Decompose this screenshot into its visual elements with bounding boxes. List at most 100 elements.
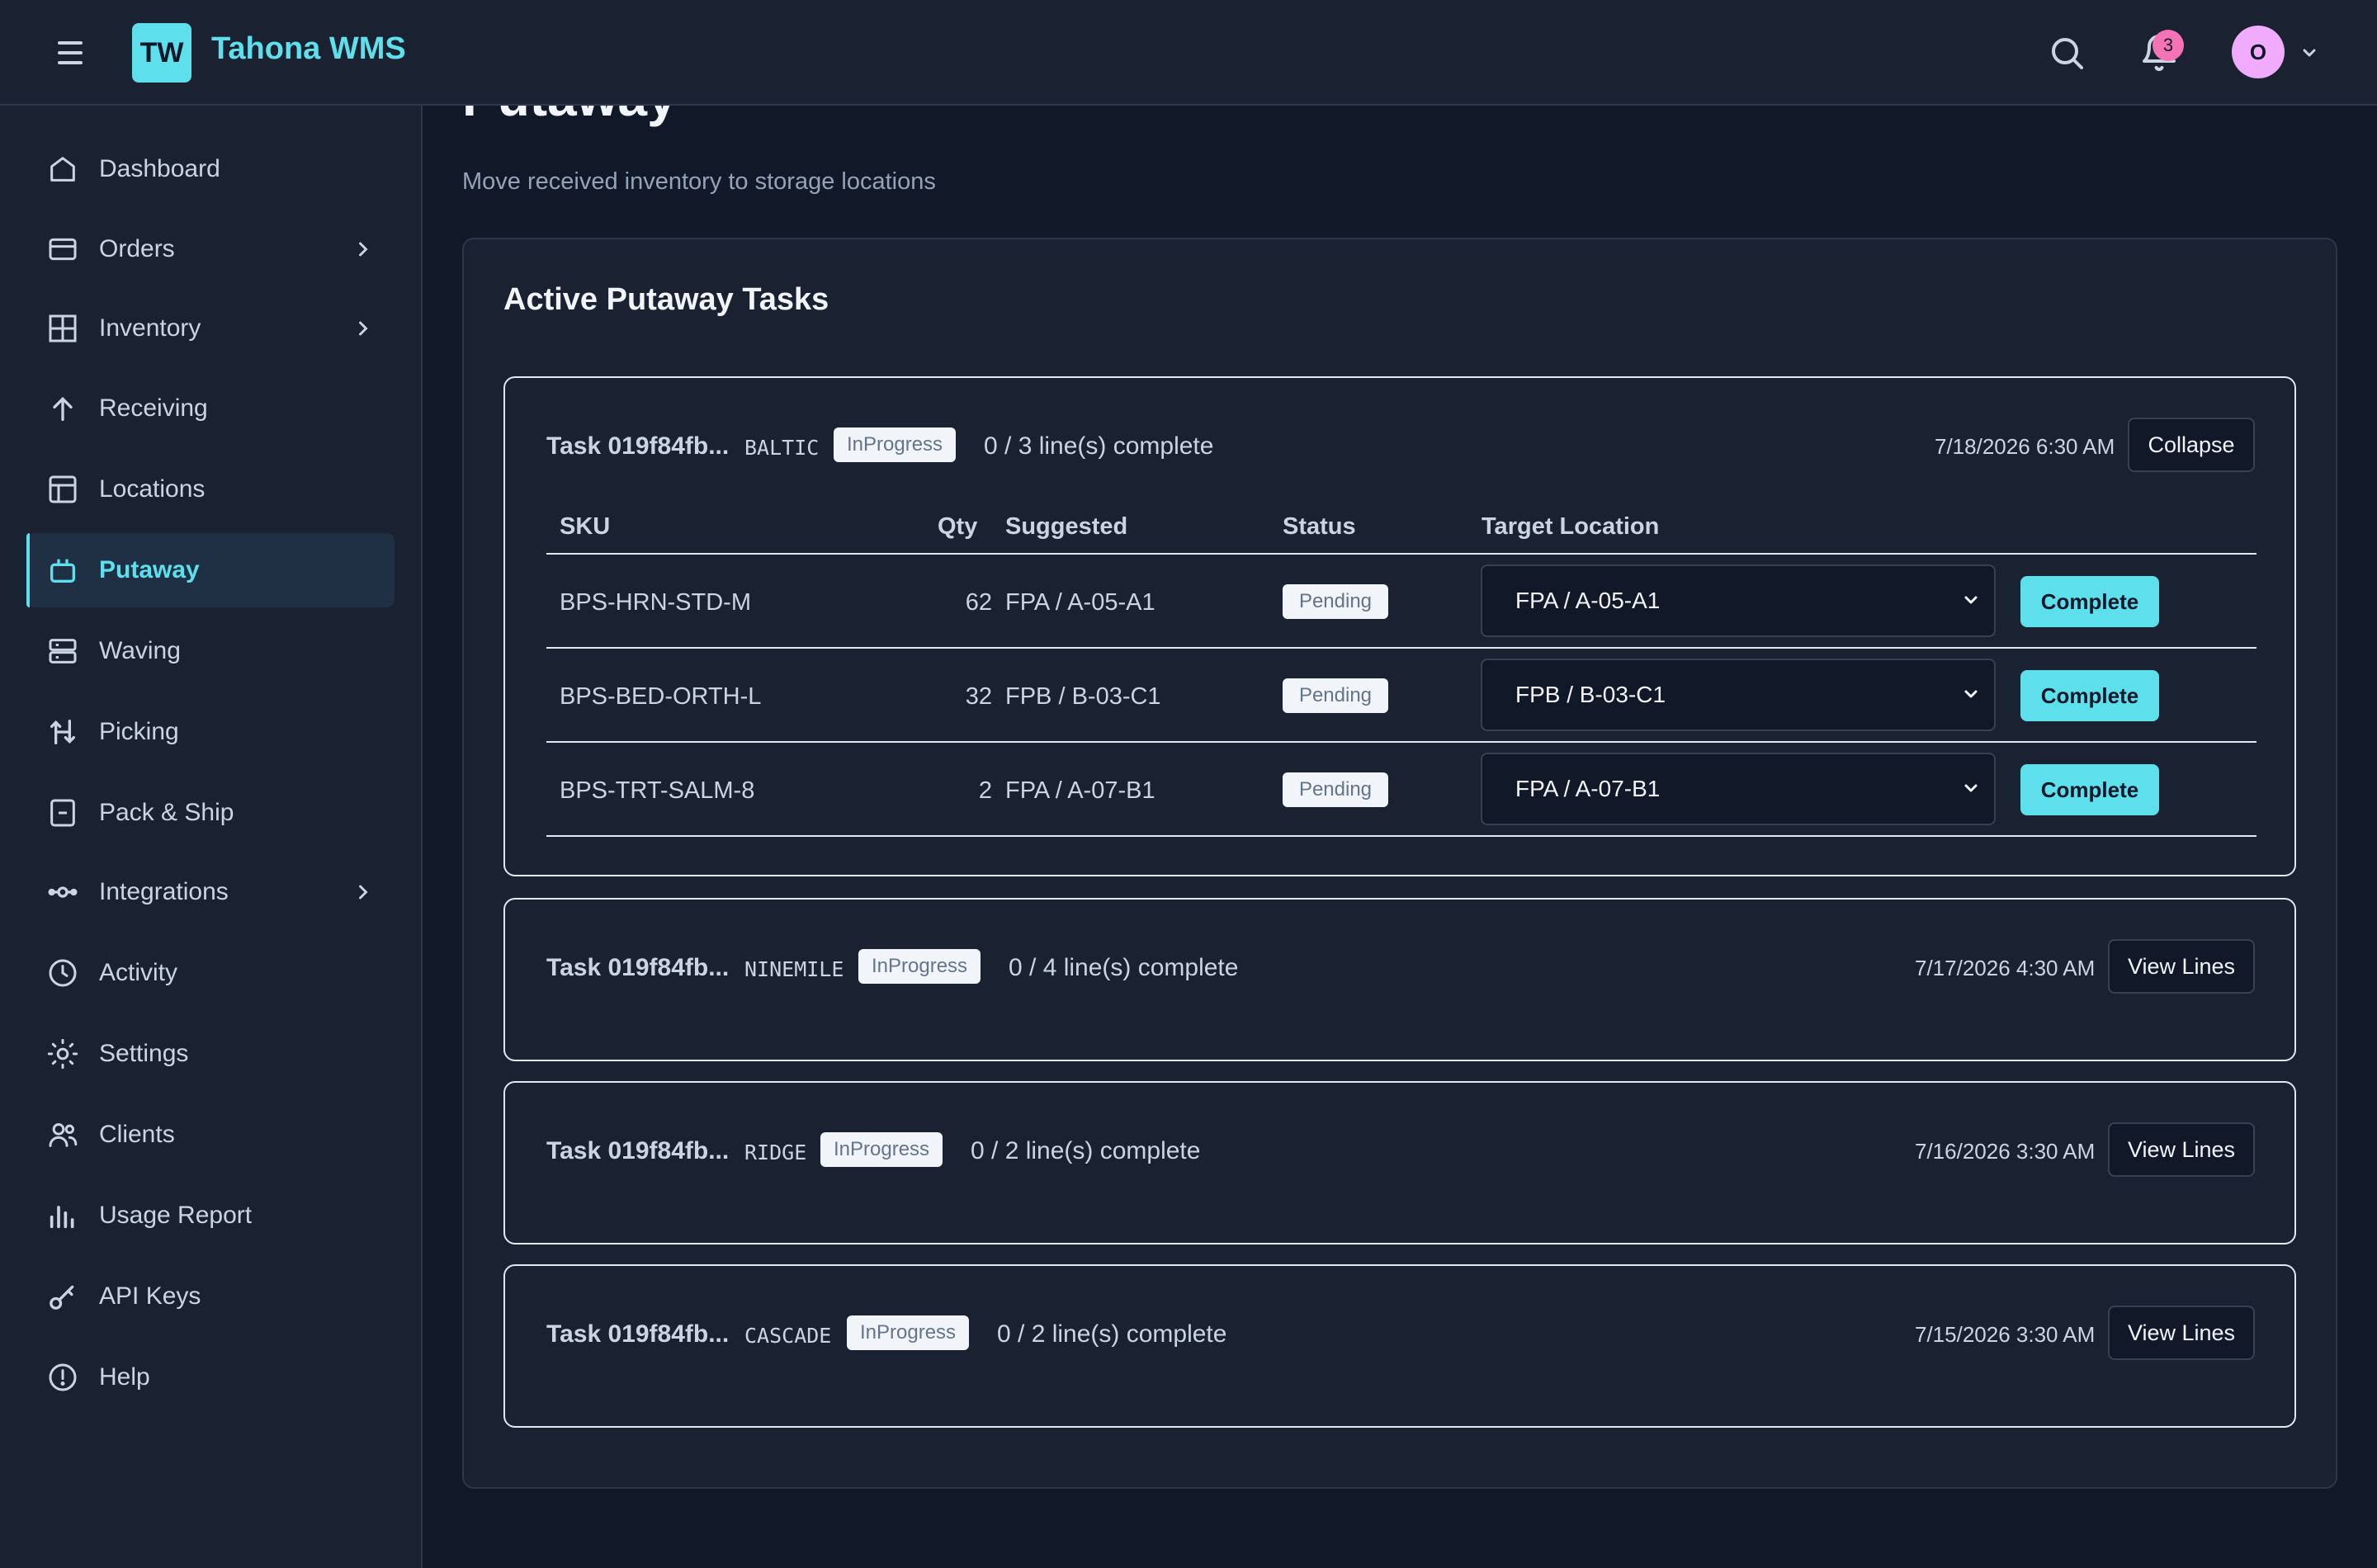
- task-progress: 0 / 2 line(s) complete: [971, 1137, 1201, 1164]
- sidebar-item-label: Activity: [99, 959, 178, 986]
- key-icon: [50, 1285, 74, 1310]
- sidebar-item-inventory[interactable]: Inventory: [26, 291, 395, 366]
- target-location-select[interactable]: FPA / A-05-A1: [1481, 564, 1996, 637]
- line-sku: BPS-TRT-SALM-8: [560, 777, 755, 804]
- avatar[interactable]: O: [2232, 26, 2285, 78]
- chevron-down-icon[interactable]: [2299, 45, 2319, 61]
- divider: [546, 835, 2256, 837]
- sidebar-item-label: Clients: [99, 1121, 175, 1148]
- view-lines-button[interactable]: View Lines: [2108, 1122, 2255, 1177]
- status-badge: InProgress: [820, 1132, 943, 1167]
- sidebar-item-api-keys[interactable]: API Keys: [26, 1259, 395, 1334]
- search-icon[interactable]: [2047, 33, 2086, 73]
- sidebar-item-activity[interactable]: Activity: [26, 936, 395, 1010]
- sidebar-item-pack-ship[interactable]: Pack & Ship: [26, 776, 395, 850]
- sidebar-item-picking[interactable]: Picking: [26, 695, 395, 769]
- status-badge: Pending: [1283, 678, 1388, 713]
- task-date: 7/15/2026 3:30 AM: [1915, 1322, 2096, 1347]
- sidebar-item-label: Help: [99, 1363, 150, 1391]
- task-client: RIDGE: [744, 1141, 807, 1164]
- arrow-up-icon: [53, 396, 73, 421]
- users-icon: [49, 1123, 78, 1147]
- task-date: 7/16/2026 3:30 AM: [1915, 1139, 2096, 1164]
- complete-button[interactable]: Complete: [2020, 670, 2159, 721]
- sidebar-item-usage-report[interactable]: Usage Report: [26, 1178, 395, 1253]
- task-card: Task 019f84fb... BALTIC InProgress 0 / 3…: [503, 376, 2296, 876]
- chevron-down-icon: [1964, 784, 1978, 792]
- sidebar-item-label: Inventory: [99, 314, 201, 342]
- plug-icon: [48, 886, 78, 898]
- task-name: Task 019f84fb...: [546, 954, 730, 981]
- view-lines-button[interactable]: View Lines: [2108, 1306, 2255, 1360]
- divider: [546, 741, 2256, 743]
- line-qty: 32: [965, 683, 992, 710]
- sidebar-item-waving[interactable]: Waving: [26, 614, 395, 688]
- task-client: BALTIC: [744, 436, 820, 460]
- view-lines-button[interactable]: View Lines: [2108, 939, 2255, 994]
- line-suggested: FPB / B-03-C1: [1005, 683, 1161, 710]
- status-badge: InProgress: [858, 949, 981, 984]
- select-value: FPA / A-07-B1: [1515, 776, 1661, 801]
- select-value: FPB / B-03-C1: [1515, 682, 1666, 707]
- column-header-target-location: Target Location: [1481, 513, 1660, 540]
- task-name: Task 019f84fb...: [546, 1137, 730, 1164]
- line-sku: BPS-BED-ORTH-L: [560, 683, 762, 710]
- task-progress: 0 / 2 line(s) complete: [997, 1320, 1227, 1348]
- complete-button[interactable]: Complete: [2020, 576, 2159, 627]
- home-icon: [50, 157, 75, 182]
- sidebar-item-putaway[interactable]: Putaway: [26, 533, 395, 607]
- page-subtitle: Move received inventory to storage locat…: [462, 168, 936, 195]
- box-icon: [50, 799, 75, 827]
- complete-button[interactable]: Complete: [2020, 764, 2159, 815]
- sidebar-item-settings[interactable]: Settings: [26, 1017, 395, 1091]
- notification-badge: 3: [2153, 30, 2184, 61]
- task-client: NINEMILE: [744, 957, 844, 981]
- sidebar-item-locations[interactable]: Locations: [26, 452, 395, 527]
- sidebar-item-label: Dashboard: [99, 155, 220, 182]
- app-title: Tahona WMS: [211, 31, 406, 66]
- task-progress: 0 / 4 line(s) complete: [1009, 954, 1239, 981]
- chevron-down-icon: [1964, 596, 1978, 604]
- divider: [546, 553, 2256, 555]
- sidebar-item-help[interactable]: Help: [26, 1340, 395, 1415]
- task-card: Task 019f84fb... RIDGE InProgress 0 / 2 …: [503, 1081, 2296, 1244]
- sidebar-item-label: Picking: [99, 718, 179, 745]
- sidebar-item-label: Receiving: [99, 394, 208, 422]
- divider: [546, 647, 2256, 649]
- task-card: Task 019f84fb... NINEMILE InProgress 0 /…: [503, 898, 2296, 1061]
- task-card: Task 019f84fb... CASCADE InProgress 0 / …: [503, 1264, 2296, 1428]
- sidebar-item-orders[interactable]: Orders: [26, 212, 395, 286]
- app-logo: TW: [132, 23, 191, 83]
- chevron-down-icon: [1964, 690, 1978, 698]
- line-suggested: FPA / A-05-A1: [1005, 589, 1155, 616]
- status-badge: InProgress: [834, 427, 957, 462]
- status-badge: Pending: [1283, 772, 1388, 807]
- task-name: Task 019f84fb...: [546, 432, 730, 460]
- task-progress: 0 / 3 line(s) complete: [984, 432, 1214, 460]
- select-value: FPA / A-05-A1: [1515, 588, 1661, 613]
- column-header-status: Status: [1283, 513, 1356, 540]
- table-icon: [49, 475, 77, 503]
- collapse-button[interactable]: Collapse: [2128, 418, 2255, 472]
- target-location-select[interactable]: FPA / A-07-B1: [1481, 753, 1996, 825]
- column-header-qty: Qty: [938, 513, 978, 540]
- card-title: Active Putaway Tasks: [503, 282, 829, 317]
- sidebar-item-clients[interactable]: Clients: [26, 1098, 395, 1172]
- task-name: Task 019f84fb...: [546, 1320, 730, 1348]
- sidebar-item-label: Settings: [99, 1040, 189, 1067]
- sidebar-item-label: Pack & Ship: [99, 799, 234, 826]
- arrows-icon: [50, 720, 76, 744]
- chevron-right-icon: [359, 885, 368, 900]
- menu-icon[interactable]: [58, 41, 84, 64]
- line-suggested: FPA / A-07-B1: [1005, 777, 1155, 804]
- sidebar-item-receiving[interactable]: Receiving: [26, 371, 395, 446]
- chevron-right-icon: [359, 242, 368, 257]
- status-badge: InProgress: [847, 1315, 970, 1350]
- sidebar-item-integrations[interactable]: Integrations: [26, 855, 395, 929]
- chevron-right-icon: [359, 321, 368, 336]
- sidebar-item-dashboard[interactable]: Dashboard: [26, 132, 395, 206]
- task-date: 7/17/2026 4:30 AM: [1915, 956, 2096, 980]
- target-location-select[interactable]: FPB / B-03-C1: [1481, 659, 1996, 731]
- line-sku: BPS-HRN-STD-M: [560, 589, 751, 616]
- column-header-sku: SKU: [560, 513, 611, 540]
